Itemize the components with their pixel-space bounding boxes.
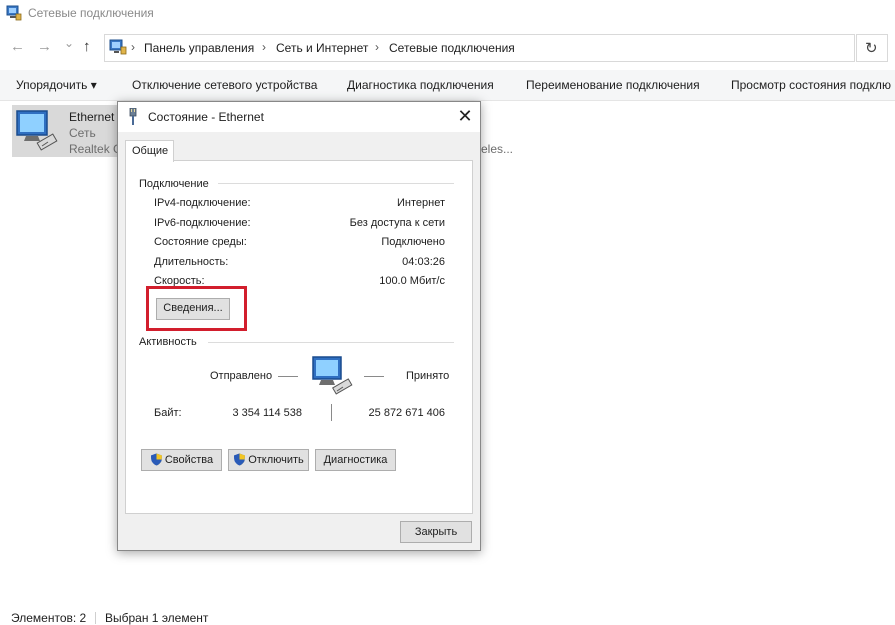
breadcrumb-separator: › <box>375 40 379 54</box>
selected-count: Выбран 1 элемент <box>105 611 209 625</box>
view-status-command[interactable]: Просмотр состояния подклю <box>731 78 891 92</box>
command-bar: Упорядочить ▾ Отключение сетевого устрой… <box>0 70 895 101</box>
organize-label: Упорядочить <box>16 78 88 92</box>
dialog-titlebar[interactable]: Состояние - Ethernet ✕ <box>118 102 480 132</box>
item-type: Сеть <box>69 126 96 140</box>
network-activity-icon <box>312 356 353 395</box>
close-button[interactable]: Закрыть <box>400 521 472 543</box>
close-button-label: Закрыть <box>414 526 458 538</box>
ipv4-value: Интернет <box>397 197 445 209</box>
item-device-overflow: eles... <box>481 142 514 156</box>
ethernet-connection-item[interactable]: Ethernet Сеть Realtek G <box>12 105 123 157</box>
ipv6-label: IPv6-подключение: <box>154 217 251 229</box>
activity-divider <box>331 404 332 421</box>
control-panel-icon <box>109 39 127 55</box>
media-state-value: Подключено <box>381 236 445 248</box>
rename-command[interactable]: Переименование подключения <box>526 78 700 92</box>
chevron-down-icon: ▾ <box>90 78 97 92</box>
network-adapter-icon <box>16 110 58 151</box>
speed-value: 100.0 Мбит/с <box>379 275 445 287</box>
status-separator <box>95 612 96 624</box>
network-connections-icon <box>6 5 22 21</box>
window-titlebar: Сетевые подключения <box>0 0 895 28</box>
items-count: Элементов: 2 <box>11 611 87 625</box>
forward-button[interactable]: → <box>37 38 52 56</box>
breadcrumb-network-internet[interactable]: Сеть и Интернет <box>276 41 368 55</box>
item-device: Realtek G <box>69 142 123 156</box>
sent-label: Отправлено <box>210 370 273 382</box>
received-line <box>364 376 384 377</box>
back-button[interactable]: ← <box>10 38 25 56</box>
breadcrumb-control-panel[interactable]: Панель управления <box>144 41 254 55</box>
details-button[interactable]: Сведения... <box>156 298 230 320</box>
duration-value: 04:03:26 <box>402 256 445 268</box>
arrow-left-icon: ← <box>10 38 25 55</box>
properties-button-label: Свойства <box>164 454 214 466</box>
ethernet-status-dialog: Состояние - Ethernet ✕ Общие Подключение… <box>117 101 481 551</box>
network-cable-icon <box>129 108 137 125</box>
tab-general-label: Общие <box>132 145 169 157</box>
diagnose-command[interactable]: Диагностика подключения <box>347 78 494 92</box>
activity-group-title: Активность <box>139 336 201 348</box>
properties-button[interactable]: Свойства <box>141 449 222 471</box>
ipv6-value: Без доступа к сети <box>349 217 445 229</box>
diagnose-button-label: Диагностика <box>323 454 388 466</box>
details-button-label: Сведения... <box>163 302 223 314</box>
breadcrumb-separator: › <box>131 40 135 54</box>
dialog-title: Состояние - Ethernet <box>148 110 264 124</box>
window-title: Сетевые подключения <box>28 6 154 20</box>
general-tab-panel: Подключение IPv4-подключение: Интернет I… <box>125 160 473 514</box>
diagnose-button[interactable]: Диагностика <box>315 449 396 471</box>
refresh-icon: ↻ <box>865 40 878 57</box>
shield-icon <box>150 453 162 466</box>
group-divider <box>218 183 454 184</box>
breadcrumb-separator: › <box>262 40 266 54</box>
arrow-up-icon: ↑ <box>83 38 91 55</box>
address-bar[interactable]: › Панель управления › Сеть и Интернет › … <box>104 34 855 62</box>
refresh-button[interactable]: ↻ <box>856 34 888 62</box>
breadcrumb-network-connections[interactable]: Сетевые подключения <box>389 41 515 55</box>
media-state-label: Состояние среды: <box>154 236 247 248</box>
bytes-received-value: 25 872 671 406 <box>368 407 445 419</box>
close-icon[interactable]: ✕ <box>454 106 476 128</box>
ipv4-label: IPv4-подключение: <box>154 197 251 209</box>
sent-line <box>278 376 298 377</box>
recent-locations-button[interactable]: ⌄ <box>64 34 74 52</box>
item-name: Ethernet <box>69 110 115 124</box>
tab-general[interactable]: Общие <box>125 140 174 162</box>
received-label: Принято <box>406 370 450 382</box>
disable-device-command[interactable]: Отключение сетевого устройства <box>132 78 317 92</box>
duration-label: Длительность: <box>154 256 229 268</box>
chevron-down-icon: ⌄ <box>64 36 75 50</box>
group-divider <box>208 342 454 343</box>
connection-group-title: Подключение <box>139 178 213 190</box>
disable-button[interactable]: Отключить <box>228 449 309 471</box>
shield-icon <box>234 453 246 466</box>
organize-menu[interactable]: Упорядочить ▾ <box>16 78 97 92</box>
bytes-label: Байт: <box>154 407 182 419</box>
bytes-sent-value: 3 354 114 538 <box>232 407 302 419</box>
up-button[interactable]: ↑ <box>83 38 91 56</box>
disable-button-label: Отключить <box>248 454 304 466</box>
arrow-right-icon: → <box>37 38 52 55</box>
